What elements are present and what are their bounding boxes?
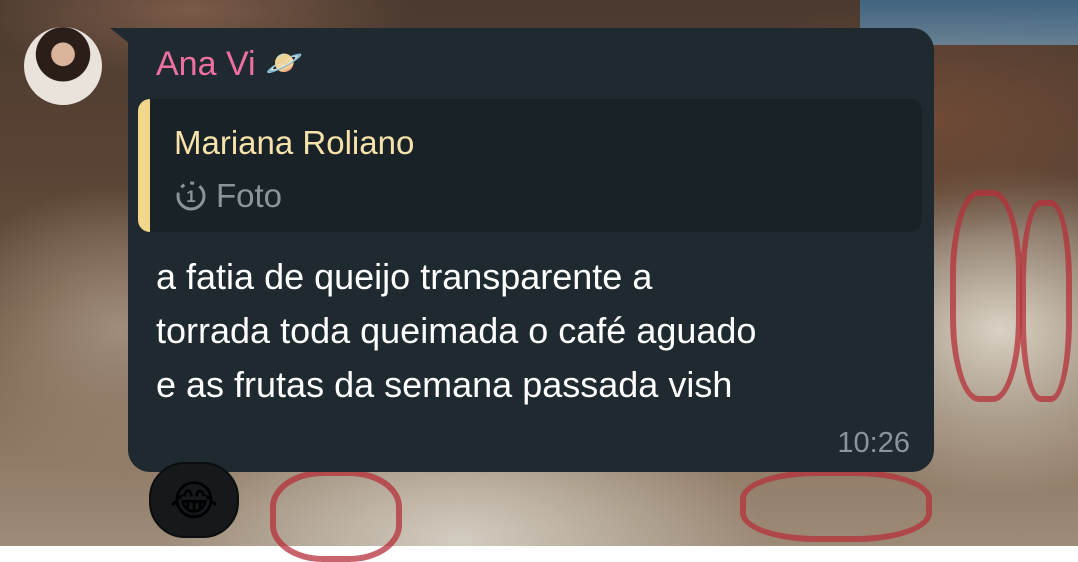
reaction-badge[interactable]: 😂 (149, 462, 239, 538)
quoted-reply-accent-bar (138, 99, 150, 232)
view-once-1-icon: 1 (174, 179, 208, 213)
quoted-reply-media-label: Foto (216, 177, 283, 214)
wallpaper-graffiti (1020, 200, 1072, 402)
svg-text:1: 1 (186, 187, 195, 206)
message-text: a fatia de queijo transparente a torrada… (156, 250, 916, 412)
quoted-reply[interactable]: Mariana Roliano 1 Foto (138, 99, 922, 232)
message-timestamp: 10:26 (837, 427, 910, 459)
message-line: torrada toda queimada o café aguado (156, 310, 757, 351)
wallpaper-graffiti (740, 470, 932, 542)
sender-header[interactable]: Ana Vi 🪐 (156, 42, 303, 86)
sender-name[interactable]: Ana Vi (156, 42, 256, 86)
quoted-reply-media: 1 Foto (174, 175, 282, 217)
tears-of-joy-emoji-icon: 😂 (169, 476, 219, 524)
wallpaper-graffiti (270, 470, 402, 562)
wallpaper-graffiti (950, 190, 1022, 402)
planet-emoji-icon: 🪐 (265, 47, 303, 80)
message-line: e as frutas da semana passada vish (156, 364, 733, 405)
sender-avatar[interactable] (24, 27, 102, 105)
message-line: a fatia de queijo transparente a (156, 256, 653, 297)
quoted-reply-author: Mariana Roliano (174, 124, 415, 161)
